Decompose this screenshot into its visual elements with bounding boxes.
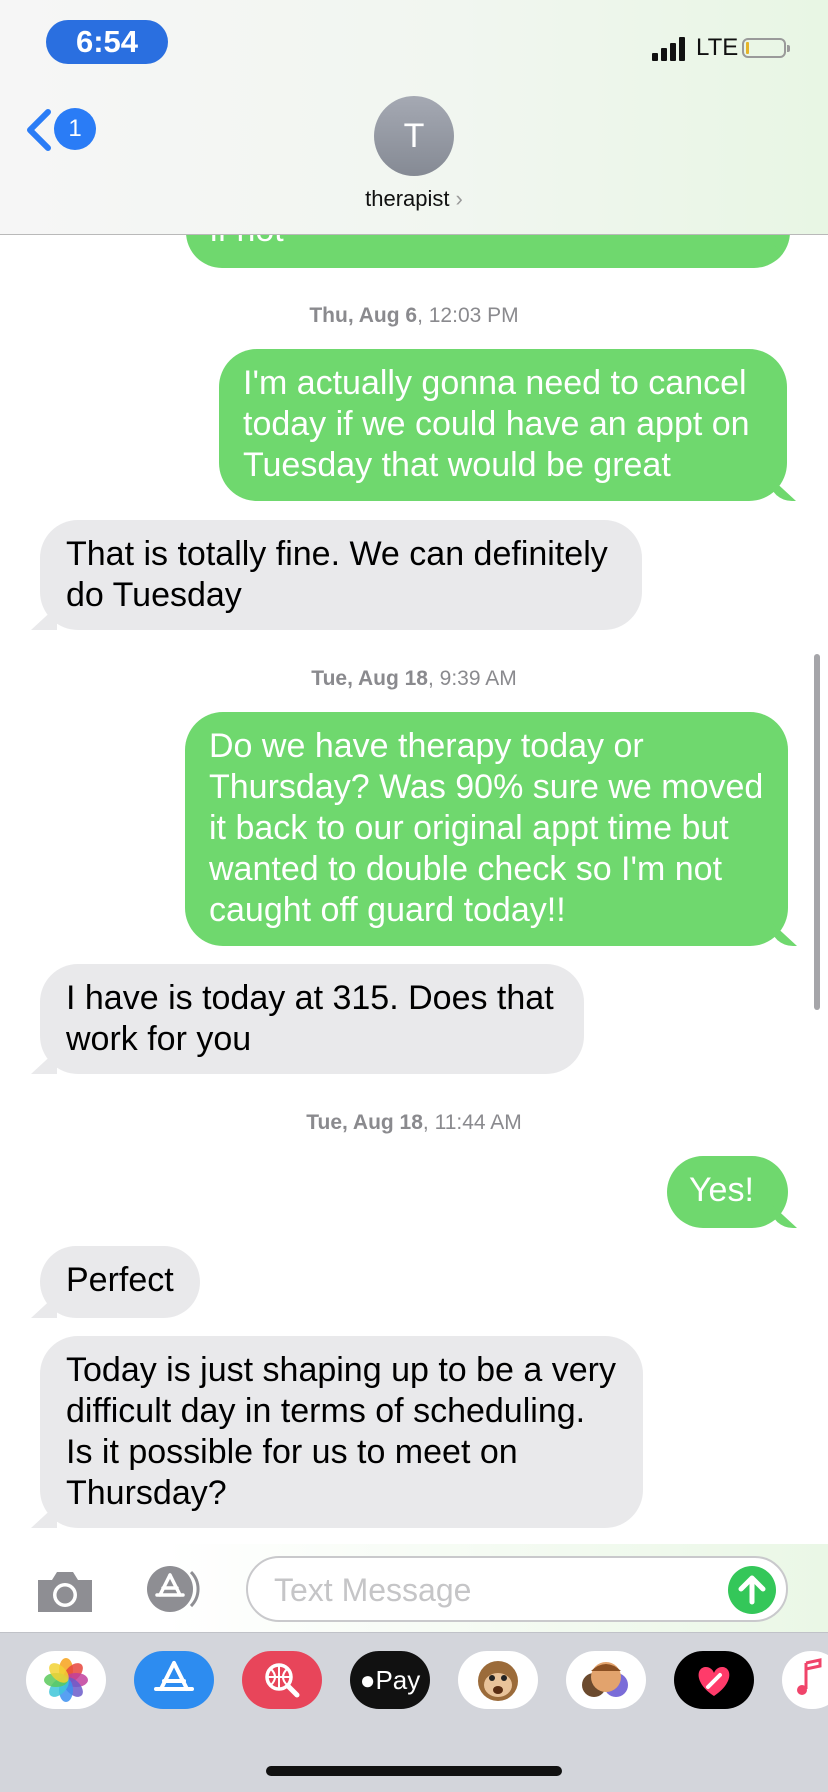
arrow-up-icon — [738, 1575, 766, 1605]
app-store-icon — [154, 1661, 194, 1691]
photos-app-button[interactable] — [26, 1651, 106, 1709]
apple-logo-icon: ● — [359, 1665, 376, 1695]
timestamp-time: , 11:44 AM — [422, 1111, 522, 1134]
contact-name: therapist — [365, 186, 450, 211]
home-indicator[interactable] — [266, 1766, 562, 1776]
app-store-apps-icon[interactable] — [140, 1564, 210, 1614]
message-text: Do we have therapy today or Thursday? Wa… — [209, 727, 764, 929]
message-bubble-outgoing[interactable]: Do we have therapy today or Thursday? Wa… — [185, 712, 788, 946]
music-icon — [797, 1658, 822, 1695]
message-text: Perfect — [66, 1261, 174, 1299]
status-time[interactable]: 6:54 — [46, 20, 168, 64]
message-bubble-incoming[interactable]: That is totally fine. We can definitely … — [40, 520, 642, 630]
timestamp-day: Tue, Aug 18 — [311, 667, 428, 690]
conversation-header: 6:54 LTE 1 T therapist › — [0, 0, 828, 235]
animoji-icon — [478, 1661, 518, 1701]
message-text: I have is today at 315. Does that work f… — [66, 979, 554, 1058]
message-text-field[interactable] — [246, 1556, 788, 1622]
message-bubble-incoming[interactable]: Perfect — [40, 1246, 200, 1318]
cellular-signal-icon — [652, 37, 688, 61]
message-text: Today is just shaping up to be a very di… — [66, 1351, 616, 1512]
unread-count-badge: 1 — [54, 108, 96, 150]
digital-touch-app-button[interactable] — [674, 1651, 754, 1709]
battery-icon — [742, 38, 790, 58]
message-bubble-outgoing[interactable]: Yes! — [667, 1156, 788, 1228]
timestamp: Tue, Aug 18, 11:44 AM — [0, 1111, 828, 1135]
timestamp: Thu, Aug 6, 12:03 PM — [0, 304, 828, 328]
camera-icon[interactable] — [34, 1568, 96, 1616]
message-text: Yes! — [689, 1171, 754, 1209]
contact-avatar[interactable]: T — [374, 96, 454, 176]
message-input[interactable] — [272, 1566, 706, 1614]
message-bubble-incoming[interactable]: Today is just shaping up to be a very di… — [40, 1336, 643, 1528]
apple-pay-app-button[interactable]: ●Pay — [350, 1651, 430, 1709]
app-store-app-button[interactable] — [134, 1651, 214, 1709]
digital-touch-icon — [698, 1667, 730, 1696]
chevron-right-icon: › — [455, 186, 463, 211]
message-thread[interactable]: if not Thu, Aug 6, 12:03 PM I'm actually… — [0, 0, 828, 1792]
images-search-app-button[interactable] — [242, 1651, 322, 1709]
timestamp-day: Thu, Aug 6 — [309, 304, 418, 327]
message-text: I'm actually gonna need to cancel today … — [243, 364, 750, 484]
network-type: LTE — [696, 34, 739, 61]
send-button[interactable] — [728, 1566, 776, 1614]
message-text: That is totally fine. We can definitely … — [66, 535, 608, 614]
timestamp-time: , 12:03 PM — [417, 304, 519, 327]
message-bubble-outgoing[interactable]: I'm actually gonna need to cancel today … — [219, 349, 787, 501]
back-button[interactable]: 1 — [22, 104, 96, 154]
message-bubble-incoming[interactable]: I have is today at 315. Does that work f… — [40, 964, 584, 1074]
memoji-stickers-app-button[interactable] — [566, 1651, 646, 1709]
contact-name-button[interactable]: therapist › — [0, 186, 828, 212]
memoji-stickers-icon — [582, 1662, 628, 1697]
photos-icon — [44, 1658, 88, 1702]
composer-bar — [0, 1544, 828, 1632]
apple-pay-label: Pay — [375, 1665, 421, 1695]
timestamp-time: , 9:39 AM — [427, 667, 517, 690]
web-images-icon — [265, 1663, 300, 1698]
messages-screen: if not Thu, Aug 6, 12:03 PM I'm actually… — [0, 0, 828, 1792]
timestamp: Tue, Aug 18, 9:39 AM — [0, 667, 828, 691]
scrollbar[interactable] — [814, 654, 820, 1010]
timestamp-day: Tue, Aug 18 — [306, 1111, 423, 1134]
animoji-app-button[interactable] — [458, 1651, 538, 1709]
music-app-button[interactable] — [782, 1651, 828, 1709]
